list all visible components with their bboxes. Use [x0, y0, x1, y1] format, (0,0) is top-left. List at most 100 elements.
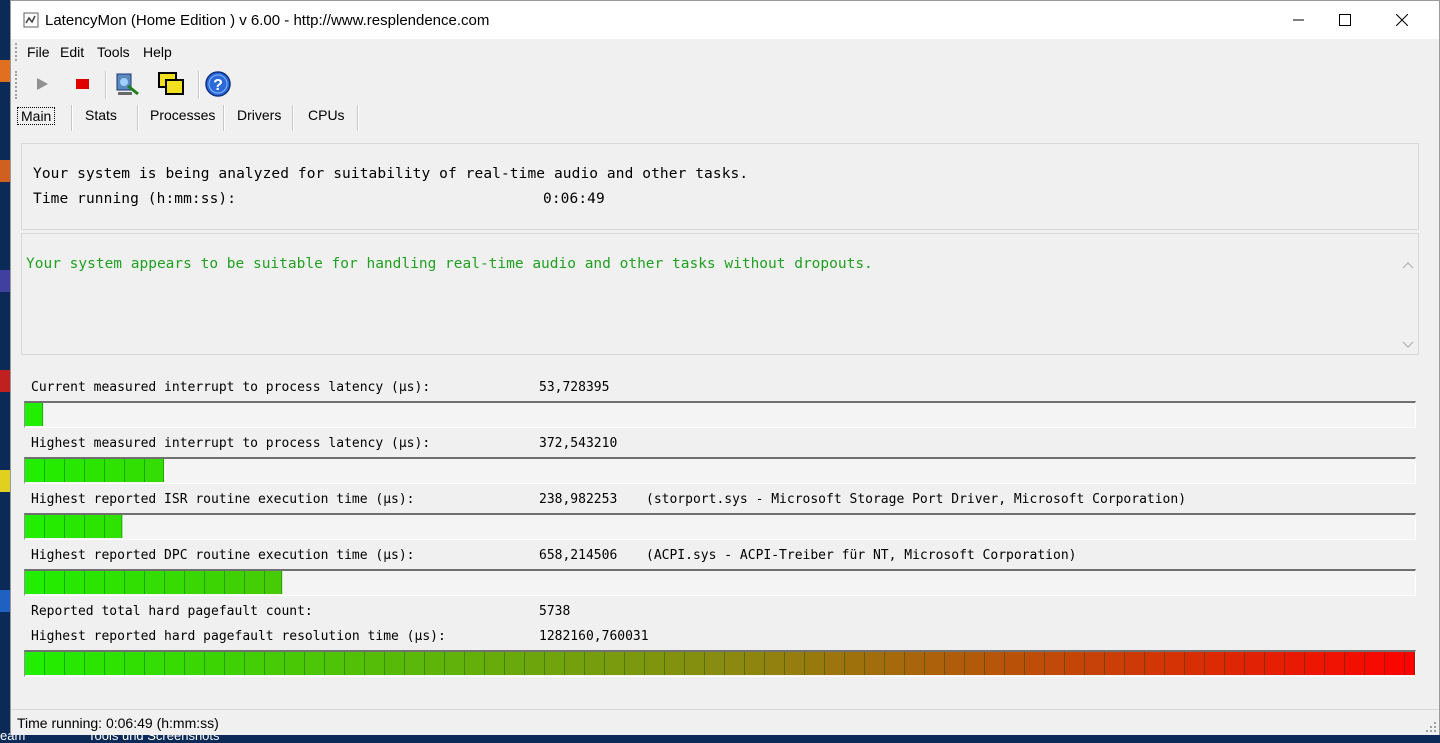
tab-stats[interactable]: Stats	[85, 107, 117, 123]
bar-segment	[305, 652, 325, 675]
bar-segment	[925, 652, 945, 675]
bar-segment	[965, 652, 985, 675]
desktop-icon[interactable]	[0, 370, 10, 392]
tab-cpus[interactable]: CPUs	[308, 107, 345, 123]
toolbar-separator	[198, 71, 200, 99]
conclusion-panel: Your system appears to be suitable for h…	[21, 233, 1419, 355]
bar-segment	[105, 459, 125, 482]
play-icon	[37, 78, 48, 90]
tab-processes[interactable]: Processes	[150, 107, 215, 123]
menu-bar: File Edit Tools Help	[11, 41, 1439, 63]
desktop-icon[interactable]	[0, 590, 10, 612]
menu-file[interactable]: File	[27, 44, 50, 60]
bar-segment	[1365, 652, 1385, 675]
desktop-icon[interactable]	[0, 60, 10, 82]
desktop-icon[interactable]	[0, 270, 10, 292]
latency-bar	[24, 457, 1416, 484]
bar-segment	[1285, 652, 1305, 675]
bar-segment	[45, 652, 65, 675]
window-title: LatencyMon (Home Edition ) v 6.00 - http…	[45, 12, 490, 29]
bar-segment	[65, 571, 85, 594]
status-text: Time running: 0:06:49 (h:mm:ss)	[17, 715, 219, 731]
bar-segment	[1005, 652, 1025, 675]
latency-bar	[24, 513, 1416, 540]
bar-segment	[225, 652, 245, 675]
window-select-button[interactable]	[156, 69, 186, 99]
bar-segment	[85, 515, 105, 538]
bar-segment	[45, 515, 65, 538]
desktop-icon[interactable]	[0, 160, 10, 182]
bar-graphic	[25, 459, 164, 482]
bar-segment	[865, 652, 885, 675]
bar-segment	[1385, 652, 1405, 675]
bar-segment	[1145, 652, 1165, 675]
toolbar: ?	[11, 65, 1439, 103]
bar-segment	[1205, 652, 1225, 675]
resize-grip-icon[interactable]	[1425, 721, 1437, 733]
conclusion-text: Your system appears to be suitable for h…	[26, 256, 873, 272]
pagefault-bar	[24, 650, 1416, 677]
bar-segment	[1245, 652, 1265, 675]
bar-segment	[505, 652, 525, 675]
latency-bar	[24, 569, 1416, 596]
bar-segment	[1025, 652, 1045, 675]
latencymon-window: LatencyMon (Home Edition ) v 6.00 - http…	[10, 0, 1440, 735]
bar-segment	[265, 652, 285, 675]
menu-tools[interactable]: Tools	[97, 44, 130, 60]
metric-driver-note: (storport.sys - Microsoft Storage Port D…	[646, 492, 1187, 507]
bar-segment	[105, 515, 123, 538]
bar-segment	[85, 652, 105, 675]
time-running-label: Time running (h:mm:ss):	[33, 191, 237, 207]
bar-segment	[25, 652, 45, 675]
metric-label: Highest reported ISR routine execution t…	[31, 492, 415, 507]
maximize-button[interactable]	[1316, 1, 1373, 39]
bar-segment	[825, 652, 845, 675]
bar-segment	[245, 571, 265, 594]
help-button[interactable]: ?	[203, 69, 233, 99]
menu-edit[interactable]: Edit	[60, 44, 84, 60]
bar-segment	[905, 652, 925, 675]
bar-segment	[285, 652, 305, 675]
minimize-icon	[1292, 19, 1304, 21]
bar-segment	[665, 652, 685, 675]
bar-segment	[25, 403, 44, 426]
close-button[interactable]	[1373, 1, 1430, 39]
bar-segment	[605, 652, 625, 675]
bar-segment	[1305, 652, 1325, 675]
title-bar[interactable]: LatencyMon (Home Edition ) v 6.00 - http…	[11, 1, 1439, 39]
scroll-down-icon[interactable]	[1402, 338, 1414, 350]
tab-drivers[interactable]: Drivers	[237, 107, 281, 123]
bar-segment	[1405, 652, 1415, 675]
metric-value: 658,214506	[539, 548, 618, 563]
bar-graphic	[25, 652, 1415, 675]
bar-segment	[1085, 652, 1105, 675]
toolbar-grip[interactable]	[15, 71, 19, 99]
bar-segment	[645, 652, 665, 675]
bar-graphic	[25, 403, 44, 426]
bar-segment	[165, 571, 185, 594]
bar-segment	[405, 652, 425, 675]
bar-segment	[805, 652, 825, 675]
bar-segment	[705, 652, 725, 675]
menu-help[interactable]: Help	[143, 44, 172, 60]
bar-segment	[845, 652, 865, 675]
bar-segment	[885, 652, 905, 675]
scroll-up-icon[interactable]	[1402, 258, 1414, 270]
bar-segment	[265, 571, 283, 594]
analyzing-text: Your system is being analyzed for suitab…	[33, 166, 749, 182]
toolbar-separator	[105, 71, 107, 99]
stop-button[interactable]	[67, 69, 97, 99]
start-button[interactable]	[27, 69, 57, 99]
pagefault-count-label: Reported total hard pagefault count:	[31, 604, 313, 619]
tab-main[interactable]: Main	[17, 107, 56, 125]
app-icon	[23, 12, 39, 28]
analyze-button[interactable]	[113, 69, 143, 99]
time-running-value: 0:06:49	[543, 191, 605, 207]
bar-segment	[145, 571, 165, 594]
desktop-icon[interactable]	[0, 470, 10, 492]
bar-segment	[25, 515, 45, 538]
bar-segment	[125, 571, 145, 594]
bar-segment	[425, 652, 445, 675]
tab-separator	[71, 105, 73, 131]
bar-segment	[465, 652, 485, 675]
